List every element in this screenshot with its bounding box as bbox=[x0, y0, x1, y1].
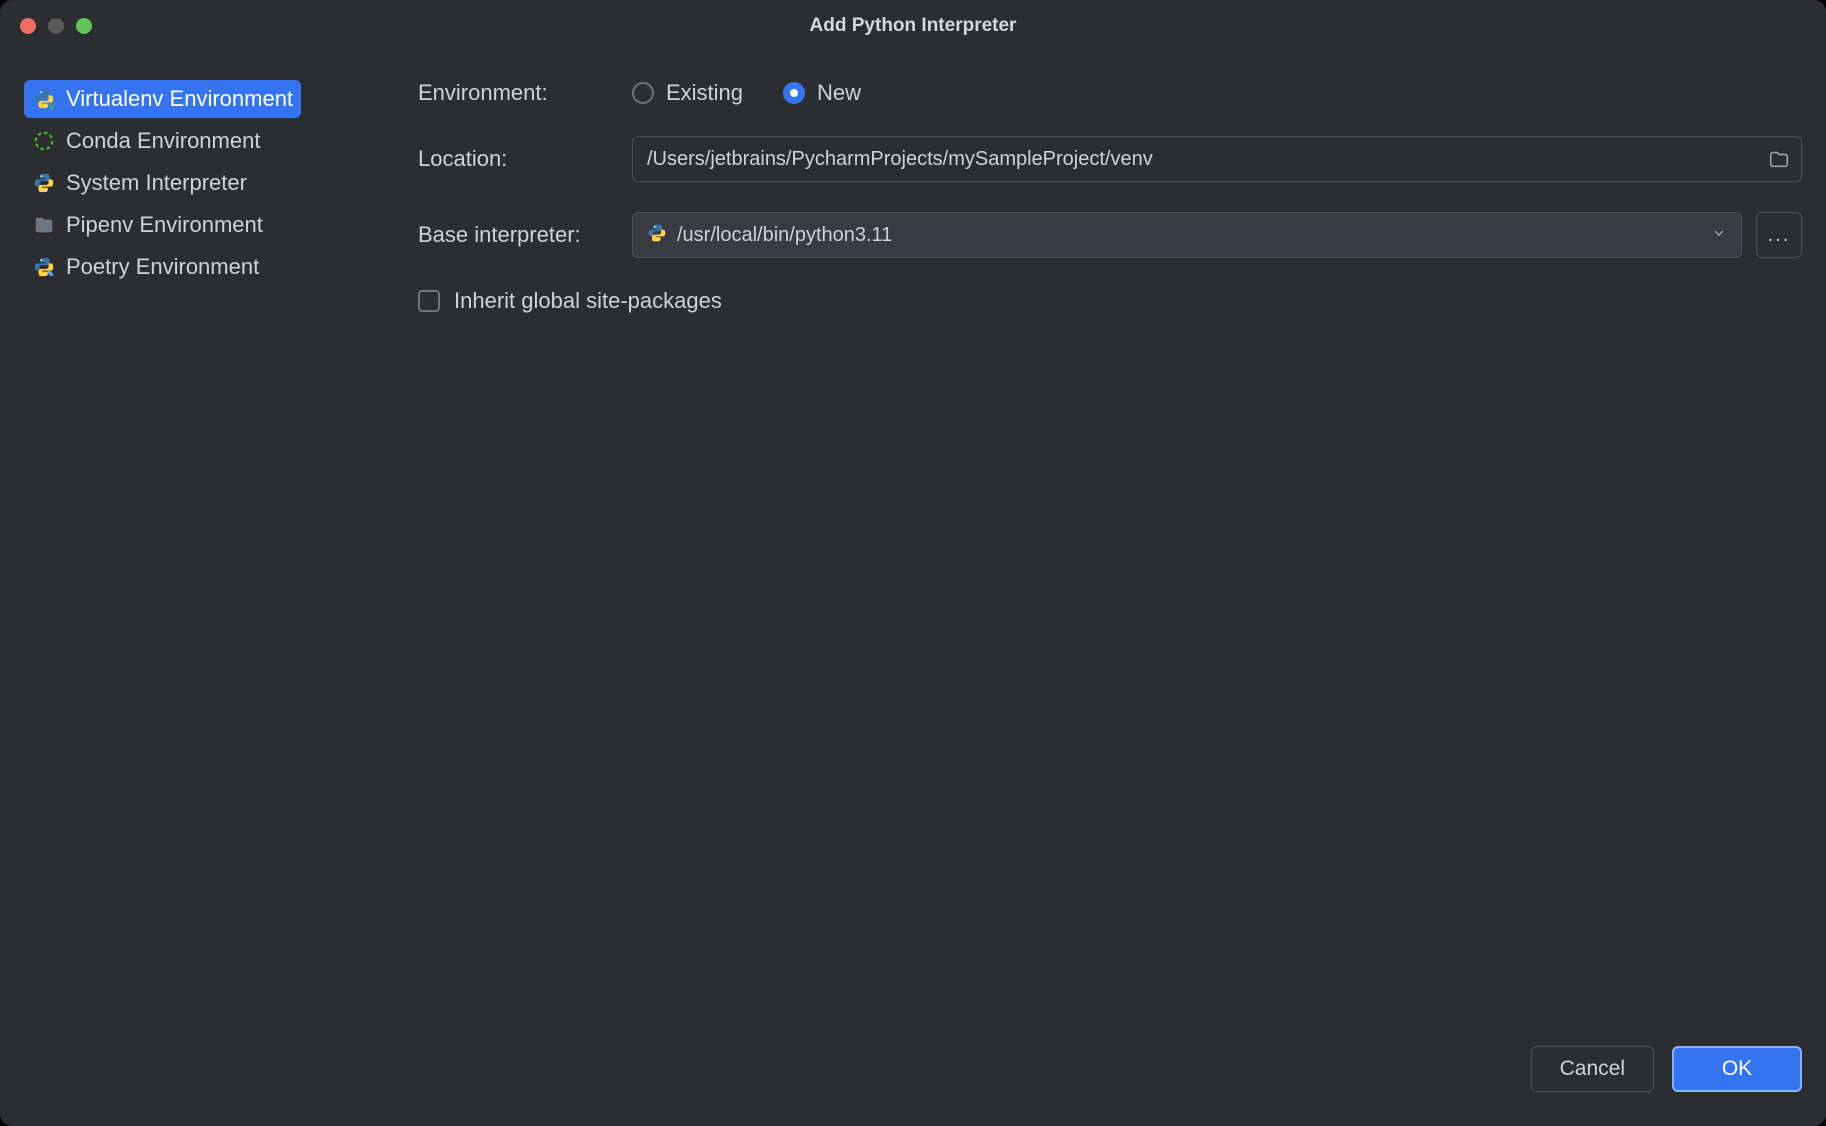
interpreter-type-sidebar: V Virtualenv Environment Conda Environme… bbox=[24, 80, 394, 1036]
pipenv-icon bbox=[32, 213, 56, 237]
folder-icon[interactable] bbox=[1768, 148, 1790, 170]
radio-existing-label: Existing bbox=[666, 80, 743, 106]
close-window-button[interactable] bbox=[20, 18, 36, 34]
minimize-window-button[interactable] bbox=[48, 18, 64, 34]
sidebar-item-label: Poetry Environment bbox=[66, 254, 259, 280]
ok-button[interactable]: OK bbox=[1672, 1046, 1802, 1092]
location-label: Location: bbox=[418, 146, 632, 172]
base-interpreter-row: Base interpreter: /usr/local/bin/python3… bbox=[418, 212, 1802, 258]
cancel-button[interactable]: Cancel bbox=[1531, 1046, 1654, 1092]
window-title: Add Python Interpreter bbox=[810, 15, 1017, 37]
sidebar-item-label: System Interpreter bbox=[66, 170, 247, 196]
radio-new-circle bbox=[783, 82, 805, 104]
python-icon bbox=[647, 223, 667, 248]
radio-new-label: New bbox=[817, 80, 861, 106]
environment-label: Environment: bbox=[418, 80, 632, 106]
browse-interpreter-button[interactable]: ... bbox=[1756, 212, 1802, 258]
radio-existing[interactable]: Existing bbox=[632, 80, 743, 106]
svg-text:V: V bbox=[49, 102, 55, 110]
inherit-checkbox-row: Inherit global site-packages bbox=[418, 288, 722, 314]
sidebar-item-label: Conda Environment bbox=[66, 128, 260, 154]
location-row: Location: bbox=[418, 136, 1802, 182]
titlebar: Add Python Interpreter bbox=[0, 0, 1826, 52]
inherit-label: Inherit global site-packages bbox=[454, 288, 722, 314]
radio-new[interactable]: New bbox=[783, 80, 861, 106]
conda-icon bbox=[32, 129, 56, 153]
python-icon bbox=[32, 171, 56, 195]
base-interpreter-combo[interactable]: /usr/local/bin/python3.11 bbox=[632, 212, 1742, 258]
base-interpreter-controls: /usr/local/bin/python3.11 ... bbox=[632, 212, 1802, 258]
maximize-window-button[interactable] bbox=[76, 18, 92, 34]
cancel-button-label: Cancel bbox=[1560, 1057, 1625, 1081]
sidebar-item-poetry[interactable]: Poetry Environment bbox=[24, 248, 267, 286]
ok-button-label: OK bbox=[1722, 1057, 1752, 1081]
inherit-checkbox[interactable] bbox=[418, 290, 440, 312]
radio-existing-circle bbox=[632, 82, 654, 104]
poetry-icon bbox=[32, 255, 56, 279]
inherit-row: Inherit global site-packages bbox=[418, 288, 1802, 314]
sidebar-item-label: Pipenv Environment bbox=[66, 212, 263, 238]
location-input[interactable] bbox=[632, 136, 1802, 182]
sidebar-item-conda[interactable]: Conda Environment bbox=[24, 122, 268, 160]
sidebar-item-pipenv[interactable]: Pipenv Environment bbox=[24, 206, 271, 244]
dialog-window: Add Python Interpreter V Virtualenv Envi… bbox=[0, 0, 1826, 1126]
main-form: Environment: Existing New Location: bbox=[394, 80, 1802, 1036]
dialog-footer: Cancel OK bbox=[0, 1036, 1826, 1126]
ellipsis-icon: ... bbox=[1768, 224, 1791, 247]
window-controls bbox=[0, 18, 92, 34]
environment-radio-group: Existing New bbox=[632, 80, 861, 106]
environment-row: Environment: Existing New bbox=[418, 80, 1802, 106]
base-interpreter-label: Base interpreter: bbox=[418, 222, 632, 248]
sidebar-item-virtualenv[interactable]: V Virtualenv Environment bbox=[24, 80, 301, 118]
sidebar-item-system[interactable]: System Interpreter bbox=[24, 164, 255, 202]
python-virtualenv-icon: V bbox=[32, 87, 56, 111]
location-input-wrap bbox=[632, 136, 1802, 182]
chevron-down-icon bbox=[1711, 225, 1727, 246]
base-interpreter-value: /usr/local/bin/python3.11 bbox=[677, 224, 1701, 247]
sidebar-item-label: Virtualenv Environment bbox=[66, 86, 293, 112]
dialog-body: V Virtualenv Environment Conda Environme… bbox=[0, 52, 1826, 1036]
